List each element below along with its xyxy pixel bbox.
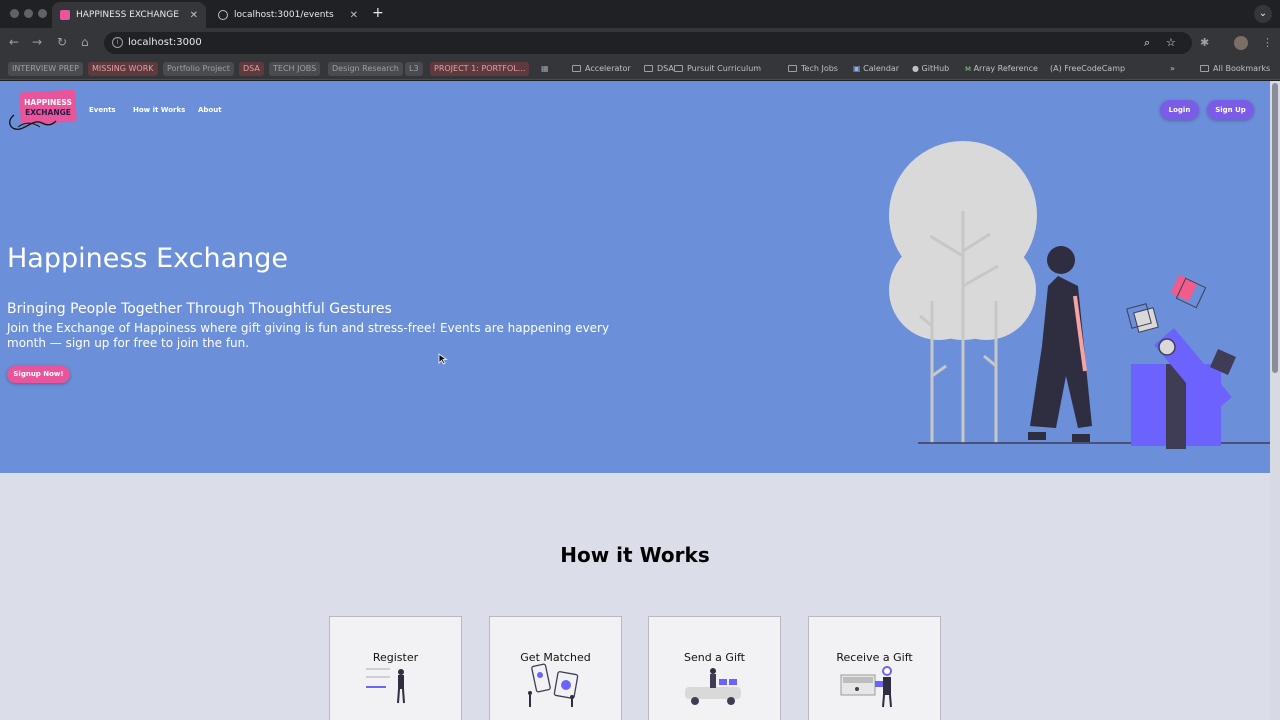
folder-icon — [572, 65, 581, 72]
mdn-icon: м — [965, 64, 974, 73]
logo-wave-icon — [9, 114, 57, 130]
site-favicon-icon — [60, 10, 70, 20]
browser-tab-bar: HAPPINESS EXCHANGE ✕ localhost:3001/even… — [0, 0, 1280, 28]
bookmark-label: Tech Jobs — [801, 64, 838, 73]
logo-line-1: HAPPINESS — [24, 98, 72, 107]
bookmark-label: GitHub — [921, 64, 950, 73]
new-tab-button[interactable]: + — [372, 5, 384, 21]
register-illustration — [366, 668, 405, 704]
step-card-get-matched: Get Matched — [489, 616, 622, 720]
hero-subtitle: Bringing People Together Through Thought… — [7, 301, 392, 317]
step-card-receive-a-gift: Receive a Gift — [808, 616, 941, 720]
tab-title: localhost:3001/events — [234, 10, 334, 20]
how-it-works-heading: How it Works — [560, 543, 710, 567]
receive-a-gift-illustration — [840, 666, 892, 708]
bookmark-star-icon[interactable]: ☆ — [1166, 36, 1176, 49]
hero-description: Join the Exchange of Happiness where gif… — [7, 321, 610, 350]
forward-icon[interactable]: → — [32, 35, 42, 49]
send-a-gift-illustration — [685, 668, 741, 705]
bookmark-portfolio-project[interactable]: Portfolio Project — [163, 62, 234, 76]
profile-avatar[interactable] — [1234, 36, 1248, 50]
bookmark-label: All Bookmarks — [1213, 64, 1271, 73]
signup-button[interactable]: Sign Up — [1207, 100, 1254, 120]
minimize-window-dot[interactable] — [24, 9, 33, 18]
get-matched-illustration — [528, 663, 579, 707]
folder-icon — [674, 65, 683, 72]
nav-how-it-works[interactable]: How it Works — [133, 106, 185, 114]
signup-now-button[interactable]: Signup Now! — [7, 366, 70, 383]
extensions-icon[interactable]: ✱ — [1200, 36, 1209, 49]
bookmark-missing-work[interactable]: MISSING WORK — [88, 62, 158, 76]
hero-title: Happiness Exchange — [7, 243, 288, 274]
freecodecamp-icon: (A) — [1050, 64, 1065, 73]
apps-grid-icon[interactable]: ▦ — [537, 62, 553, 76]
zoom-search-icon[interactable]: ⌕ — [1144, 36, 1150, 50]
bookmark-l3[interactable]: L3 — [405, 62, 423, 76]
close-tab-icon[interactable]: ✕ — [350, 10, 358, 21]
calendar-icon: ▣ — [853, 64, 864, 73]
browser-toolbar: ← → ↻ ⌂ i localhost:3000 ⌕ ☆ ✱ ⋮ — [0, 28, 1280, 58]
bookmark-design-research[interactable]: Design Research — [328, 62, 403, 76]
step-card-register: Register — [329, 616, 462, 720]
close-tab-icon[interactable]: ✕ — [190, 10, 198, 21]
gift-illustration — [889, 141, 1272, 449]
bookmarks-bar: INTERVIEW PREP MISSING WORK Portfolio Pr… — [0, 58, 1280, 80]
mouse-cursor-icon — [438, 353, 448, 365]
reload-icon[interactable]: ↻ — [57, 35, 67, 49]
tab-search-chevron-icon[interactable]: ⌄ — [1254, 5, 1272, 23]
more-bookmarks-chevron[interactable]: » — [1166, 62, 1179, 76]
bookmark-array-reference[interactable]: м Array Reference — [961, 62, 1042, 76]
site-logo[interactable]: HAPPINESS EXCHANGE — [8, 89, 78, 131]
bookmark-label: Calendar — [863, 64, 900, 73]
bookmark-label: Pursuit Curriculum — [687, 64, 762, 73]
globe-icon — [218, 10, 228, 20]
step-card-send-a-gift: Send a Gift — [648, 616, 781, 720]
back-icon[interactable]: ← — [9, 35, 19, 49]
nav-about[interactable]: About — [198, 106, 222, 114]
maximize-window-dot[interactable] — [38, 9, 47, 18]
bookmark-label: Accelerator — [585, 64, 631, 73]
scrollbar-thumb[interactable] — [1272, 83, 1278, 373]
login-button[interactable]: Login — [1160, 100, 1199, 120]
bookmark-calendar[interactable]: ▣ Calendar — [849, 62, 903, 76]
bookmark-folder-tech-jobs[interactable]: Tech Jobs — [784, 62, 842, 76]
bookmark-label: FreeCodeCamp — [1064, 64, 1126, 73]
bookmark-folder-accelerator[interactable]: Accelerator — [568, 62, 635, 76]
home-icon[interactable]: ⌂ — [81, 35, 89, 49]
folder-icon — [644, 65, 653, 72]
bookmark-folder-pursuit-curriculum[interactable]: Pursuit Curriculum — [670, 62, 765, 76]
bookmark-freecodecamp[interactable]: (A) FreeCodeCamp — [1046, 62, 1129, 76]
nav-events[interactable]: Events — [89, 106, 116, 114]
bookmark-tech-jobs[interactable]: TECH JOBS — [269, 62, 321, 76]
hero-section: HAPPINESS EXCHANGE Events How it Works A… — [0, 81, 1280, 473]
web-page: HAPPINESS EXCHANGE Events How it Works A… — [0, 81, 1280, 720]
github-icon: ● — [912, 64, 922, 73]
menu-kebab-icon[interactable]: ⋮ — [1262, 36, 1273, 49]
bookmark-interview-prep[interactable]: INTERVIEW PREP — [8, 62, 84, 76]
address-bar[interactable]: i localhost:3000 ⌕ ☆ — [104, 32, 1192, 54]
all-bookmarks[interactable]: All Bookmarks — [1196, 62, 1274, 76]
bookmark-dsa[interactable]: DSA — [239, 62, 264, 76]
address-url[interactable]: localhost:3000 — [128, 37, 202, 48]
close-window-dot[interactable] — [10, 9, 19, 18]
folder-icon — [788, 65, 797, 72]
page-scrollbar[interactable] — [1270, 81, 1280, 720]
bookmark-project-1[interactable]: PROJECT 1: PORTFOL... — [430, 62, 530, 76]
folder-icon — [1200, 65, 1209, 72]
tab-title: HAPPINESS EXCHANGE — [76, 10, 179, 20]
tab-happiness-exchange[interactable]: HAPPINESS EXCHANGE ✕ — [52, 2, 206, 28]
tab-events[interactable]: localhost:3001/events ✕ — [210, 2, 366, 28]
site-info-icon[interactable]: i — [112, 37, 123, 48]
bookmark-label: Array Reference — [973, 64, 1038, 73]
bookmark-github[interactable]: ● GitHub — [908, 62, 953, 76]
